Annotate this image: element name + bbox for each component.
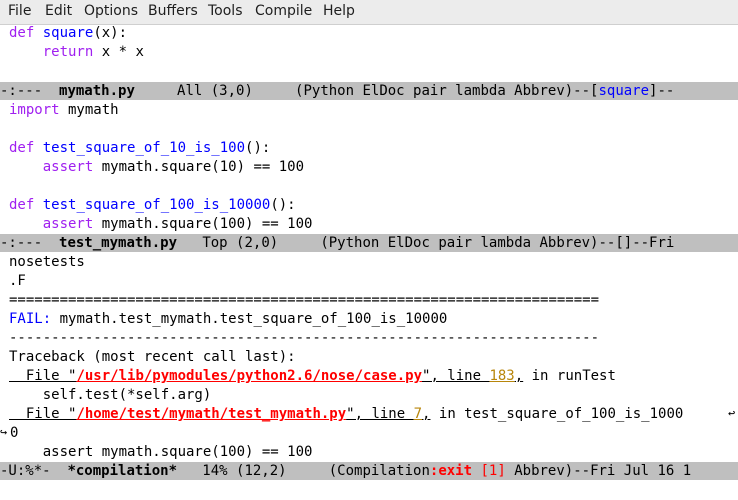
test-progress: .F <box>9 273 26 289</box>
modeline-modes[interactable]: (Python ElDoc pair lambda Abbrev)--[]--F… <box>320 235 674 251</box>
mode-line-mymath[interactable]: -:--- mymath.py All (3,0) (Python ElDoc … <box>0 82 738 100</box>
code-text: mymath <box>59 102 119 118</box>
frame-prefix[interactable]: File " <box>9 406 77 422</box>
exit-code: [1] <box>480 463 506 479</box>
fail-label: FAIL: <box>9 311 52 327</box>
menu-help[interactable]: Help <box>323 3 355 19</box>
keyword: import <box>9 102 60 118</box>
function-name: square <box>42 25 94 41</box>
modeline-buffer-name[interactable]: *compilation* <box>67 463 177 479</box>
code-line: assert mymath.square(100) == 100 <box>9 215 313 234</box>
keyword: def <box>9 197 35 213</box>
frame-function: in test_square_of_100_is_1000 <box>430 406 684 422</box>
code-line: import mymath <box>9 101 119 120</box>
code-text: (): <box>270 197 296 213</box>
modeline-modes[interactable]: (Python ElDoc pair lambda Abbrev)--[ <box>295 83 598 99</box>
modeline-position: Top (2,0) <box>177 235 321 251</box>
menu-edit[interactable]: Edit <box>45 3 72 19</box>
frame-function: in runTest <box>523 368 616 384</box>
modeline-status: -U:%*- <box>0 463 68 479</box>
code-text: mymath.square(10) == 100 <box>93 159 305 175</box>
code-text: (x): <box>93 25 128 41</box>
frame-line-number[interactable]: 183 <box>489 368 514 384</box>
frame-file-path[interactable]: /usr/lib/pymodules/python2.6/nose/case.p… <box>76 368 422 384</box>
wrapped-continuation: 0 <box>10 425 19 441</box>
keyword: assert <box>42 159 94 175</box>
frame-mid[interactable]: ", line <box>422 368 489 384</box>
separator-line: ----------------------------------------… <box>9 330 600 346</box>
frame-comma[interactable]: , <box>515 368 523 384</box>
traceback-code: self.test(*self.arg) <box>9 387 212 403</box>
exit-status-label: :exit <box>429 463 473 479</box>
code-line: def square(x): <box>9 24 127 43</box>
frame-file-path[interactable]: /home/test/mymath/test_mymath.py <box>76 406 346 422</box>
code-text: (): <box>245 140 271 156</box>
function-name: test_square_of_100_is_10000 <box>42 197 271 213</box>
modeline-which-func[interactable]: square <box>598 83 649 99</box>
fail-line: FAIL: mymath.test_mymath.test_square_of_… <box>9 310 447 329</box>
menu-file[interactable]: File <box>8 3 31 19</box>
keyword: def <box>9 140 35 156</box>
keyword: return <box>42 44 94 60</box>
code-line: return x * x <box>9 43 144 62</box>
line-wrap-right-icon: ↩ <box>728 406 736 420</box>
menu-buffers[interactable]: Buffers <box>148 3 198 19</box>
code-text: mymath.square(100) == 100 <box>93 216 313 232</box>
modeline-buffer-name[interactable]: test_mymath.py <box>59 235 177 251</box>
mode-line-test-mymath[interactable]: -:--- test_mymath.py Top (2,0) (Python E… <box>0 234 738 252</box>
modeline-position: All (3,0) <box>134 83 296 99</box>
frame-line-number[interactable]: 7 <box>414 406 422 422</box>
keyword: def <box>9 25 35 41</box>
keyword: assert <box>42 216 94 232</box>
traceback-code: assert mymath.square(100) == 100 <box>9 444 313 460</box>
code-line: assert mymath.square(10) == 100 <box>9 158 304 177</box>
frame-prefix[interactable]: File " <box>9 368 77 384</box>
fail-test-name: mymath.test_mymath.test_square_of_100_is… <box>51 311 448 327</box>
mode-line-compilation[interactable]: -U:%*- *compilation* 14% (12,2) (Compila… <box>0 462 738 480</box>
modeline-position: 14% (12,2) <box>177 463 329 479</box>
code-line: def test_square_of_100_is_10000(): <box>9 196 296 215</box>
menu-tools[interactable]: Tools <box>208 3 243 19</box>
menu-bar: File Edit Options Buffers Tools Compile … <box>0 0 738 25</box>
code-line: def test_square_of_10_is_100(): <box>9 139 270 158</box>
modeline-modes-tail: Abbrev)--Fri Jul 16 1 <box>505 463 692 479</box>
echo-area <box>0 481 738 500</box>
traceback-frame-link[interactable]: File "/usr/lib/pymodules/python2.6/nose/… <box>9 367 616 386</box>
menu-compile[interactable]: Compile <box>255 3 312 19</box>
code-text: x * x <box>93 44 144 60</box>
traceback-frame-link[interactable]: File "/home/test/mymath/test_mymath.py",… <box>9 405 684 424</box>
modeline-status: -:--- <box>0 235 60 251</box>
menu-options[interactable]: Options <box>84 3 138 19</box>
traceback-header: Traceback (most recent call last): <box>9 349 296 365</box>
line-wrap-left-icon: ↪ <box>0 425 8 439</box>
modeline-status: -:--- <box>0 83 60 99</box>
separator-line: ========================================… <box>9 292 600 308</box>
modeline-buffer-name[interactable]: mymath.py <box>59 83 135 99</box>
modeline-tail: ]-- <box>649 83 675 99</box>
compile-command: nosetests <box>9 254 85 270</box>
function-name: test_square_of_10_is_100 <box>42 140 246 156</box>
modeline-modes[interactable]: (Compilation <box>329 463 430 479</box>
frame-mid[interactable]: ", line <box>346 406 413 422</box>
